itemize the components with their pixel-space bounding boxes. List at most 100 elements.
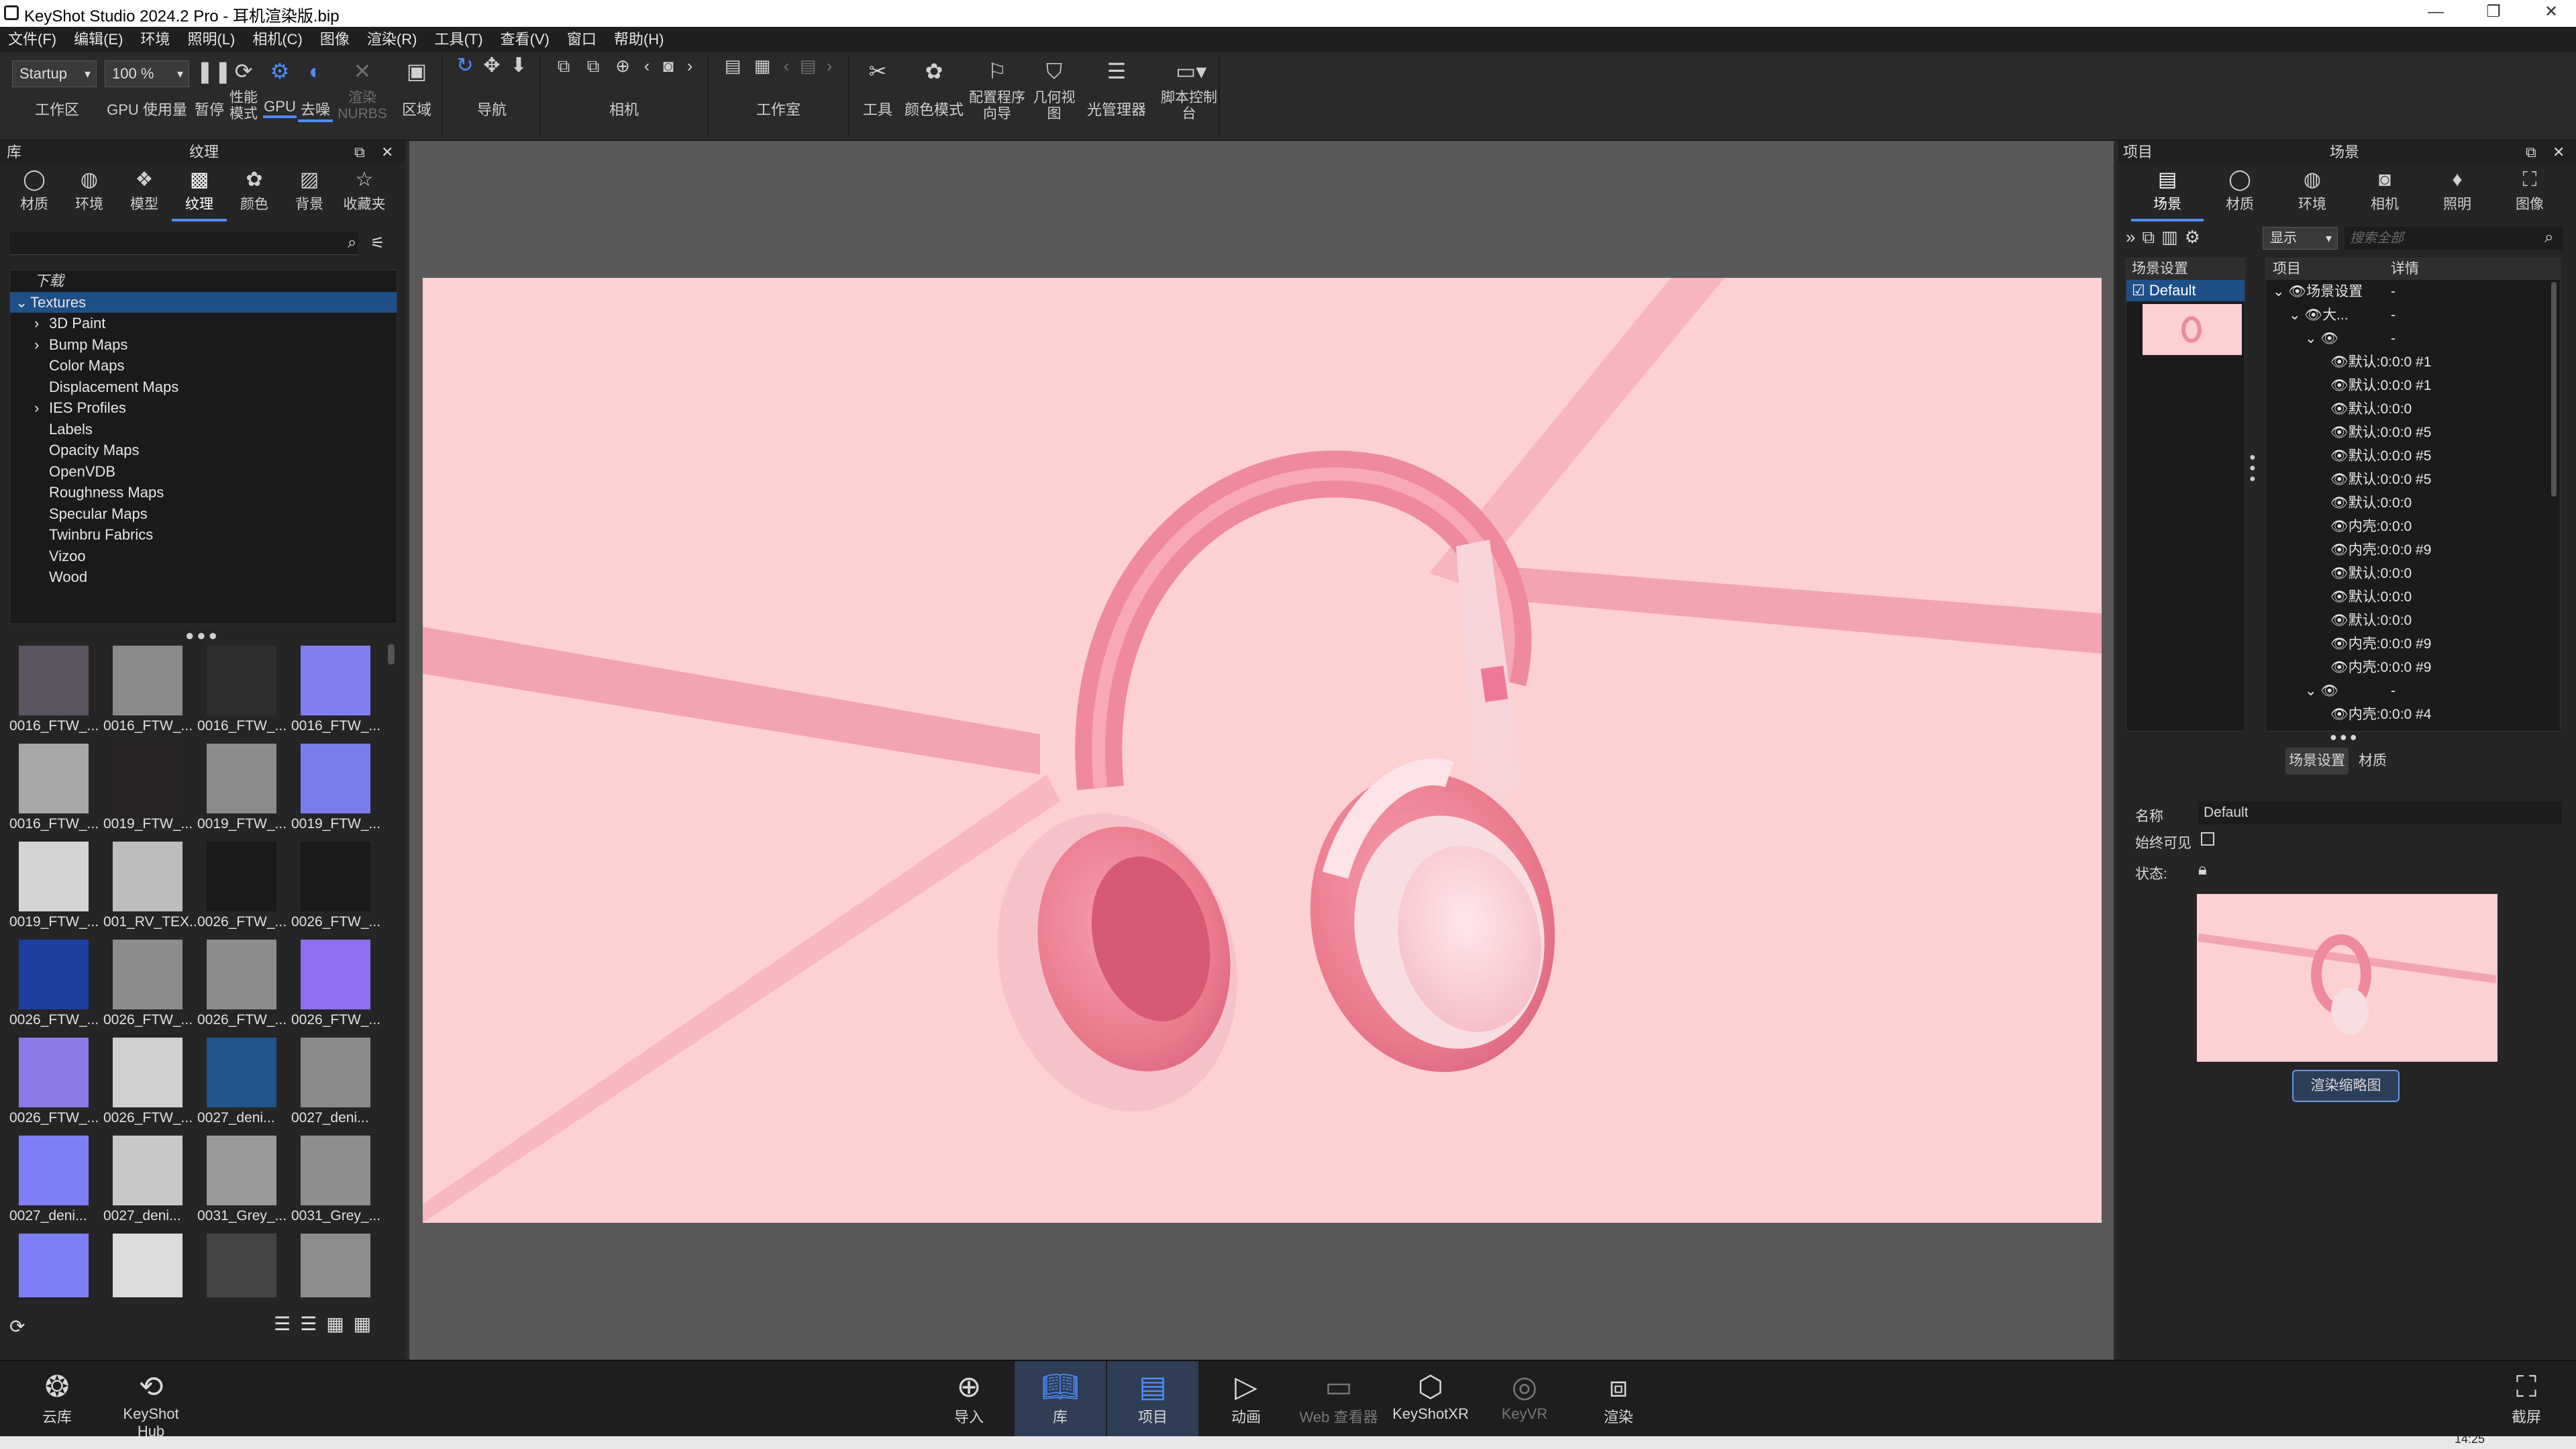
texture-thumbnail[interactable]: 0019_FTW_... — [9, 839, 103, 937]
render-button[interactable]: ⧈ 渲染 — [1577, 1370, 1660, 1427]
keyshotxr-button[interactable]: ⬡ KeyShotXR — [1385, 1370, 1476, 1423]
menu-render[interactable]: 渲染(R) — [359, 27, 427, 52]
splitter-handle[interactable]: ●●● — [2330, 730, 2360, 744]
display-select[interactable]: 显示 ▾ — [2263, 227, 2338, 250]
eye-icon[interactable]: 👁︎ — [2266, 515, 2349, 538]
scene-tree-row[interactable]: 👁︎ 内壳:0:0:0 #9 — [2266, 632, 2560, 656]
tab-backgrounds[interactable]: ▨ 背景 — [282, 168, 337, 221]
eye-icon[interactable]: 👁︎ — [2266, 609, 2349, 632]
texture-folder-item[interactable]: OpenVDB — [10, 461, 397, 483]
denoise-toggle[interactable]: ◐ — [298, 58, 333, 89]
texture-thumbnail[interactable]: 0031_Grey_... — [197, 1133, 291, 1231]
menu-image[interactable]: 图像 — [312, 27, 359, 52]
chevron-down-icon[interactable]: ⌄ 👁︎ — [2266, 280, 2306, 303]
scene-tree-row[interactable]: ⌄ 👁︎ - — [2266, 327, 2560, 350]
tab-lighting[interactable]: ♦ 照明 — [2421, 168, 2493, 221]
texture-thumbnail[interactable]: 0026_FTW_... — [197, 937, 291, 1035]
studio-tools[interactable]: ▤ ▦ ‹ ▤ › — [713, 57, 844, 74]
texture-folder-item[interactable]: Vizoo — [10, 546, 397, 567]
texture-thumbnail[interactable]: 0026_FTW_... — [197, 839, 291, 937]
filter-icon[interactable]: ⚟ — [370, 234, 385, 253]
library-search-input[interactable] — [9, 232, 358, 255]
scene-tree-row[interactable]: 👁︎ 默认:0:0:0 #5 — [2266, 468, 2560, 491]
texture-thumbnail[interactable]: 0019_FTW_... — [291, 741, 385, 839]
chevron-down-icon[interactable]: ⌄ — [15, 292, 30, 313]
tools-button[interactable]: ✂ — [858, 58, 898, 89]
keyvr-button[interactable]: ◎ KeyVR — [1491, 1370, 1558, 1423]
eye-icon[interactable]: 👁︎ — [2266, 538, 2349, 562]
texture-thumbnail[interactable]: 0031_Grey_... — [291, 1133, 385, 1231]
scene-tree-row[interactable]: ⌄ 👁︎ 场景设置 - — [2266, 280, 2560, 303]
menu-edit[interactable]: 编辑(E) — [66, 27, 132, 52]
menu-view[interactable]: 查看(V) — [493, 27, 559, 52]
texture-folder-item[interactable]: Specular Maps — [10, 503, 397, 525]
refresh-icon[interactable]: ⟳ — [9, 1315, 25, 1338]
color-mode-button[interactable]: ✿ — [902, 58, 966, 89]
texture-thumbnail[interactable]: 0026_FTW_... — [9, 937, 103, 1035]
maximize-button[interactable]: ❐ — [2467, 0, 2520, 27]
scene-tree-row[interactable]: 👁︎ 默认:0:0:0 — [2266, 491, 2560, 515]
chevron-down-icon[interactable]: ⌄ 👁︎ — [2266, 303, 2322, 327]
camera-tools[interactable]: ⧉ ⧉ ⊕ ‹ ◙ › — [545, 57, 703, 74]
texture-thumbnail[interactable]: 0016_FTW_... — [291, 643, 385, 741]
scene-toolbar-icons[interactable]: »⧉▥⚙ — [2126, 227, 2207, 248]
chevron-down-icon[interactable]: ⌄ 👁︎ — [2266, 327, 2338, 350]
close-icon[interactable]: ✕ — [2553, 141, 2565, 164]
texture-thumbnail[interactable] — [197, 1231, 291, 1297]
tab-camera[interactable]: ◙ 相机 — [2349, 168, 2421, 221]
menu-environment[interactable]: 环境 — [132, 27, 179, 52]
tab-image[interactable]: ⛶ 图像 — [2493, 168, 2566, 221]
texture-thumbnail[interactable]: 0026_FTW_... — [103, 937, 197, 1035]
scene-search-input[interactable]: 搜索全部 — [2345, 227, 2563, 250]
menu-camera[interactable]: 相机(C) — [244, 27, 312, 52]
keyshot-hub-button[interactable]: ⟲ KeyShot Hub — [114, 1370, 188, 1440]
texture-thumbnail[interactable]: 0026_FTW_... — [9, 1035, 103, 1133]
eye-icon[interactable]: 👁︎ — [2266, 421, 2349, 444]
texture-thumbnail[interactable]: 0016_FTW_... — [9, 643, 103, 741]
texture-thumbnail[interactable]: 0016_FTW_... — [103, 643, 197, 741]
eye-icon[interactable]: 👁︎ — [2266, 350, 2349, 374]
geometry-view-button[interactable]: ⛉ — [1031, 58, 1078, 89]
texture-thumbnail[interactable]: 0027_deni... — [9, 1133, 103, 1231]
eye-icon[interactable]: 👁︎ — [2266, 468, 2349, 491]
minimize-button[interactable]: — — [2409, 0, 2463, 27]
script-console-button[interactable]: ▭▾ — [1154, 58, 1224, 89]
close-window-button[interactable]: ✕ — [2524, 0, 2576, 27]
texture-thumbnail[interactable]: 0027_deni... — [291, 1035, 385, 1133]
always-visible-checkbox[interactable] — [2201, 832, 2214, 846]
animation-button[interactable]: ▷ 动画 — [1210, 1370, 1282, 1427]
texture-folder-item[interactable]: Displacement Maps — [10, 377, 397, 398]
chevron-right-icon[interactable]: › — [34, 334, 49, 356]
scene-set-default[interactable]: ☑ Default — [2126, 280, 2245, 301]
texture-thumbnail[interactable]: 0019_FTW_... — [197, 741, 291, 839]
render-image[interactable] — [423, 278, 2102, 1223]
texture-folder-item[interactable]: Twinbru Fabrics — [10, 524, 397, 546]
texture-folder-item[interactable]: › 3D Paint — [10, 313, 397, 334]
texture-thumbnail[interactable]: 0027_deni... — [197, 1035, 291, 1133]
config-wizard-button[interactable]: ⚐ — [966, 58, 1028, 89]
eye-icon[interactable]: 👁︎ — [2266, 491, 2349, 515]
subtab-scene-settings[interactable]: 场景设置 — [2285, 748, 2349, 775]
view-mode-icons[interactable]: ☰☰▦▦ — [274, 1313, 380, 1335]
chevron-right-icon[interactable]: › — [34, 397, 49, 419]
download-item[interactable]: 下载 — [10, 270, 397, 292]
menu-tools[interactable]: 工具(T) — [426, 27, 492, 52]
splitter-handle[interactable]: ●●● — [185, 627, 220, 644]
scene-tree-row[interactable]: 👁︎ 默认:0:0:0 — [2266, 585, 2560, 609]
zoom-select[interactable]: 100 % ▾ — [105, 60, 189, 87]
texture-folder-item[interactable]: Labels — [10, 419, 397, 440]
close-icon[interactable]: ✕ — [381, 141, 393, 164]
performance-mode-button[interactable]: ⟳ — [225, 58, 262, 89]
undock-icon[interactable]: ⧉ — [354, 141, 365, 164]
splitter-handle[interactable]: ●●● — [2249, 452, 2256, 485]
texture-folder-item[interactable]: › Bump Maps — [10, 334, 397, 356]
texture-folder-item[interactable]: › IES Profiles — [10, 397, 397, 419]
tab-environment[interactable]: ◍ 环境 — [2276, 168, 2349, 221]
menu-lighting[interactable]: 照明(L) — [179, 27, 244, 52]
scene-tree-row[interactable]: 👁︎ 内壳:0:0:0 #9 — [2266, 656, 2560, 679]
navigation-tools[interactable]: ↻ ✥ ⬇ — [448, 56, 535, 76]
tab-material[interactable]: ◯ 材质 — [2204, 168, 2276, 221]
tab-colors[interactable]: ✿ 颜色 — [227, 168, 282, 221]
scene-tree-row[interactable]: 👁︎ 默认:0:0:0 #5 — [2266, 421, 2560, 444]
scene-tree-row[interactable]: ⌄ 👁︎ - — [2266, 679, 2560, 703]
